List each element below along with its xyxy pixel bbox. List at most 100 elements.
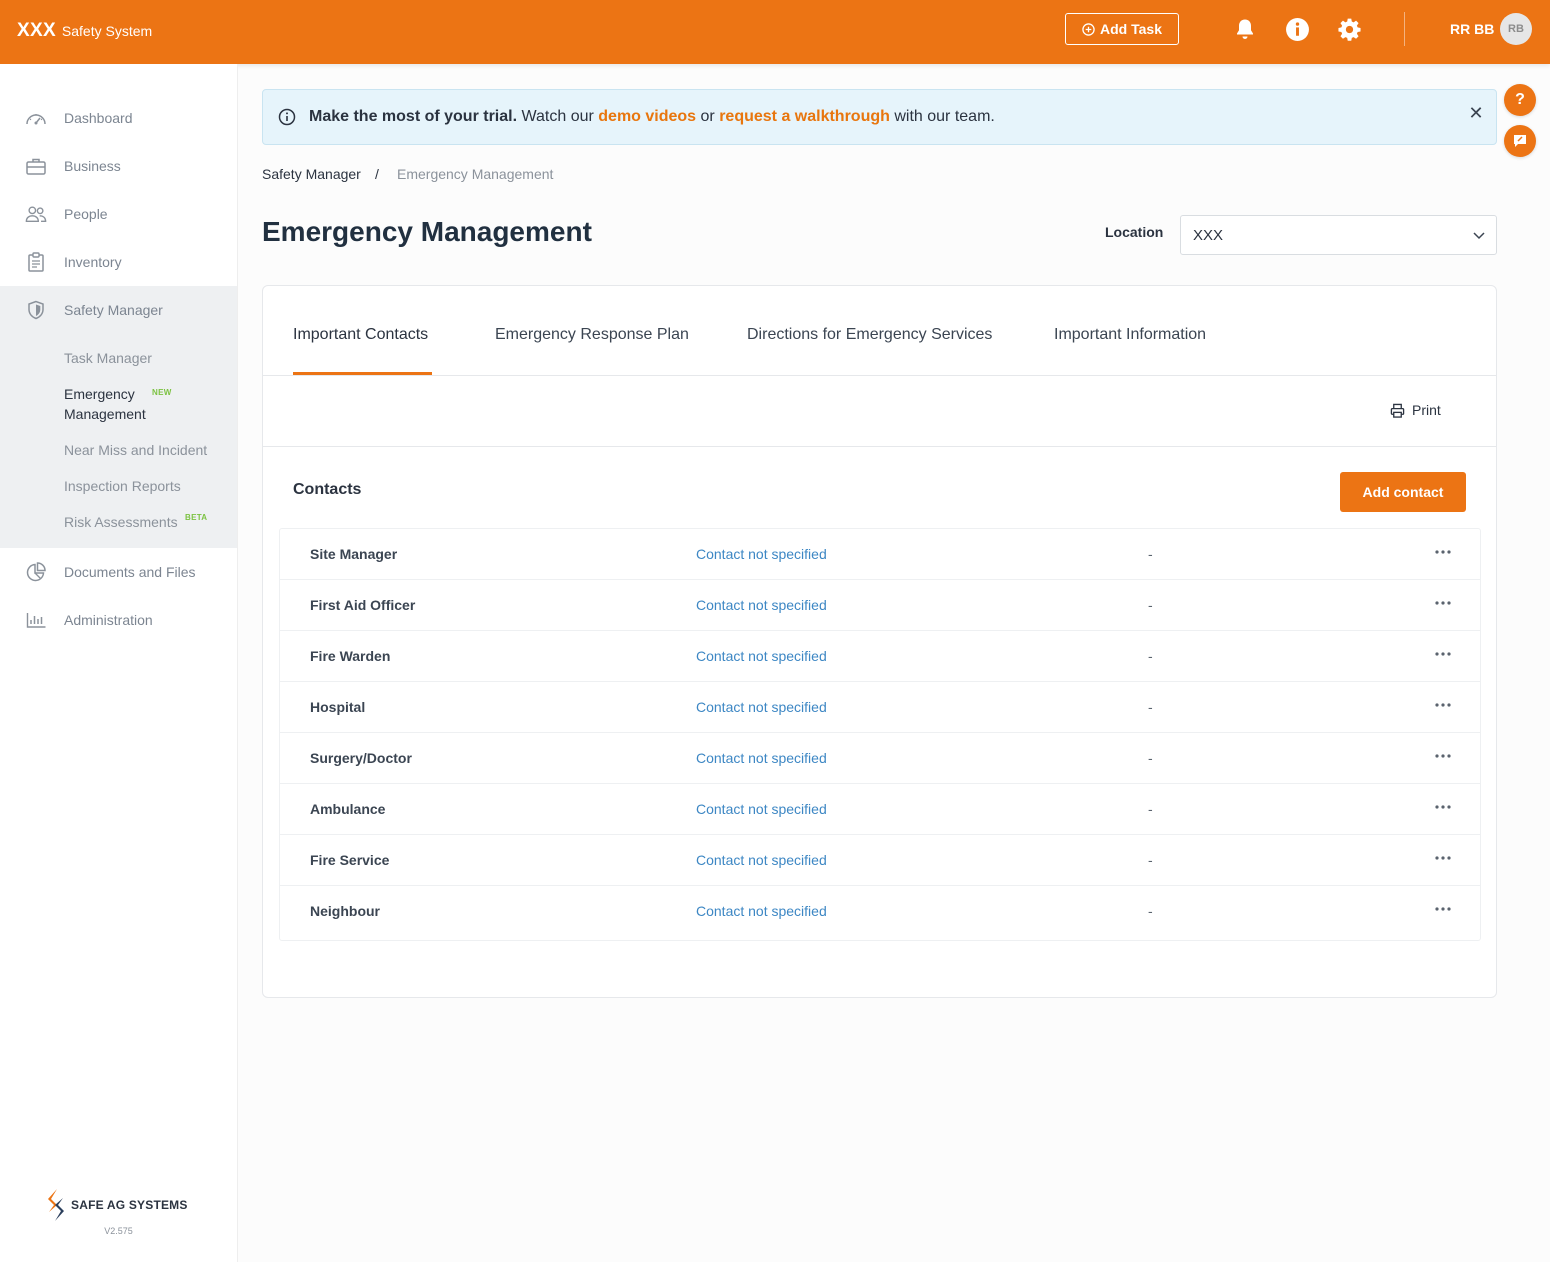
- sidebar-item-business[interactable]: Business: [0, 142, 237, 190]
- contacts-heading: Contacts: [293, 481, 362, 498]
- more-options-icon[interactable]: [1433, 593, 1453, 613]
- table-row: Surgery/Doctor Contact not specified -: [280, 733, 1480, 784]
- sidebar-item-people[interactable]: People: [0, 190, 237, 238]
- contact-link[interactable]: Contact not specified: [696, 597, 827, 613]
- tab-bar: Important Contacts Emergency Response Pl…: [263, 286, 1496, 376]
- sidebar-item-label: Business: [64, 158, 121, 174]
- active-tab-indicator: [293, 372, 432, 375]
- add-task-button[interactable]: Add Task: [1065, 13, 1179, 45]
- avatar[interactable]: RB: [1500, 13, 1532, 45]
- contact-link[interactable]: Contact not specified: [696, 852, 827, 868]
- sidebar-subitem-inspection-reports[interactable]: Inspection Reports: [64, 478, 181, 494]
- sidebar: Dashboard Business People Inventory Safe…: [0, 64, 238, 1262]
- sidebar-subitem-task-manager[interactable]: Task Manager: [64, 350, 152, 366]
- sidebar-item-safety-manager[interactable]: Safety Manager: [0, 286, 237, 334]
- contact-role: Fire Warden: [310, 648, 391, 664]
- breadcrumb-safety-manager[interactable]: Safety Manager: [262, 166, 361, 182]
- request-walkthrough-link[interactable]: request a walkthrough: [719, 108, 890, 125]
- info-icon[interactable]: [1284, 16, 1310, 42]
- tab-directions-emergency-services[interactable]: Directions for Emergency Services: [747, 326, 992, 344]
- brand-subtitle: Safety System: [61, 23, 153, 39]
- trial-banner: Make the most of your trial. Watch our d…: [262, 89, 1497, 145]
- contact-detail: -: [1148, 852, 1153, 868]
- contact-link[interactable]: Contact not specified: [696, 903, 827, 919]
- contact-role: Ambulance: [310, 801, 386, 817]
- safety-manager-section: Safety Manager Task Manager Emergency Ma…: [0, 286, 237, 548]
- contact-role: First Aid Officer: [310, 597, 416, 613]
- more-options-icon[interactable]: [1433, 848, 1453, 868]
- add-task-label: Add Task: [1100, 21, 1162, 37]
- table-row: Fire Warden Contact not specified -: [280, 631, 1480, 682]
- sidebar-item-documents[interactable]: Documents and Files: [0, 548, 237, 596]
- sidebar-item-inventory[interactable]: Inventory: [0, 238, 237, 286]
- user-name[interactable]: RR BB: [1450, 21, 1494, 37]
- contact-detail: -: [1148, 648, 1153, 664]
- table-row: Ambulance Contact not specified -: [280, 784, 1480, 835]
- table-row: First Aid Officer Contact not specified …: [280, 580, 1480, 631]
- location-label: Location: [1105, 224, 1164, 240]
- new-badge: NEW: [152, 388, 172, 397]
- beta-badge: BETA: [185, 513, 208, 522]
- contact-link[interactable]: Contact not specified: [696, 648, 827, 664]
- table-row: Site Manager Contact not specified -: [280, 529, 1480, 580]
- sidebar-item-dashboard[interactable]: Dashboard: [0, 94, 237, 142]
- banner-lead: Make the most of your trial.: [309, 108, 518, 125]
- breadcrumb-separator: /: [375, 166, 379, 182]
- breadcrumb-current: Emergency Management: [397, 166, 554, 182]
- sidebar-item-administration[interactable]: Administration: [0, 596, 237, 644]
- more-options-icon[interactable]: [1433, 797, 1453, 817]
- sidebar-item-label: People: [64, 206, 108, 222]
- logo-text: SAFE AG SYSTEMS: [71, 1198, 188, 1212]
- print-label: Print: [1412, 402, 1441, 418]
- feedback-button[interactable]: [1504, 125, 1536, 157]
- safe-ag-logo-icon: [48, 1189, 64, 1221]
- demo-videos-link[interactable]: demo videos: [598, 108, 696, 125]
- gear-icon[interactable]: [1336, 16, 1362, 42]
- add-contact-button[interactable]: Add contact: [1340, 472, 1466, 512]
- contact-link[interactable]: Contact not specified: [696, 750, 827, 766]
- feedback-chat-icon: [1514, 135, 1526, 147]
- printer-icon: [1390, 403, 1405, 418]
- banner-text: with our team.: [889, 108, 995, 125]
- contact-link[interactable]: Contact not specified: [696, 546, 827, 562]
- sidebar-item-label: Safety Manager: [64, 302, 163, 318]
- contact-link[interactable]: Contact not specified: [696, 801, 827, 817]
- print-toolbar: Print: [263, 376, 1496, 447]
- sidebar-subitem-risk-assessments[interactable]: Risk Assessments: [64, 514, 178, 530]
- people-icon: [25, 204, 47, 224]
- location-select[interactable]: XXX: [1180, 215, 1497, 255]
- contact-role: Surgery/Doctor: [310, 750, 412, 766]
- shield-icon: [25, 300, 47, 320]
- tab-emergency-response-plan[interactable]: Emergency Response Plan: [495, 326, 689, 344]
- table-row: Hospital Contact not specified -: [280, 682, 1480, 733]
- sidebar-subitem-emergency-management[interactable]: Emergency Management: [64, 384, 146, 424]
- more-options-icon[interactable]: [1433, 746, 1453, 766]
- sidebar-item-label: Documents and Files: [64, 564, 196, 580]
- more-options-icon[interactable]: [1433, 695, 1453, 715]
- contact-detail: -: [1148, 597, 1153, 613]
- clipboard-icon: [25, 252, 47, 272]
- contact-detail: -: [1148, 699, 1153, 715]
- chevron-down-icon: [1472, 228, 1486, 247]
- tab-important-contacts[interactable]: Important Contacts: [293, 326, 428, 344]
- more-options-icon[interactable]: [1433, 644, 1453, 664]
- sidebar-subitem-near-miss[interactable]: Near Miss and Incident: [64, 442, 207, 458]
- contact-detail: -: [1148, 801, 1153, 817]
- sidebar-subitem-label: Emergency: [64, 386, 135, 402]
- more-options-icon[interactable]: [1433, 899, 1453, 919]
- app-brand[interactable]: XXX Safety System: [17, 20, 152, 42]
- tab-important-information[interactable]: Important Information: [1054, 326, 1206, 344]
- close-icon[interactable]: ✕: [1468, 104, 1484, 122]
- company-logo: SAFE AG SYSTEMS: [45, 1188, 188, 1222]
- more-options-icon[interactable]: [1433, 542, 1453, 562]
- dashboard-gauge-icon: [25, 108, 47, 128]
- contact-role: Neighbour: [310, 903, 380, 919]
- contact-detail: -: [1148, 903, 1153, 919]
- contact-link[interactable]: Contact not specified: [696, 699, 827, 715]
- contact-detail: -: [1148, 750, 1153, 766]
- banner-text: or: [696, 108, 720, 125]
- help-button[interactable]: ?: [1504, 84, 1536, 116]
- contact-role: Hospital: [310, 699, 366, 715]
- bell-icon[interactable]: [1232, 16, 1258, 42]
- print-button[interactable]: Print: [1390, 402, 1441, 418]
